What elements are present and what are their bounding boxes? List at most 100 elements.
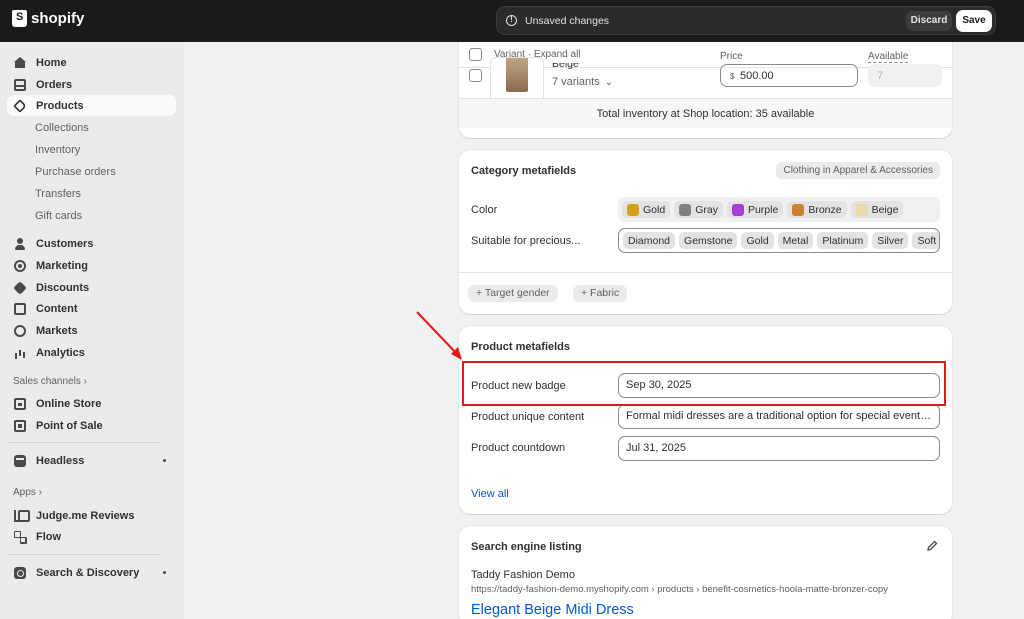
sales-channels-label: Sales channels xyxy=(13,376,81,387)
product-unique-content-field[interactable]: Formal midi dresses are a traditional op… xyxy=(618,404,940,429)
view-all-link[interactable]: View all xyxy=(471,488,509,500)
chevron-down-icon: ⌄ xyxy=(604,77,614,88)
sidebar-item-home[interactable]: Home xyxy=(7,52,176,73)
edit-pencil-icon[interactable] xyxy=(926,540,938,552)
color-swatch xyxy=(855,203,868,216)
annotation-arrow-icon xyxy=(416,311,462,360)
color-swatch xyxy=(627,203,639,216)
color-swatch xyxy=(731,203,744,216)
variant-name: Beige xyxy=(552,63,579,70)
available-column-header[interactable]: Available xyxy=(868,51,909,63)
price-input[interactable]: $ 500.00 xyxy=(720,64,858,87)
sidebar-divider xyxy=(7,554,161,555)
price-value: 500.00 xyxy=(740,70,774,82)
sidebar-item-label: Content xyxy=(36,302,78,315)
store-icon xyxy=(14,397,26,410)
alert-icon: ! xyxy=(506,15,517,26)
sidebar-subitem-collections[interactable]: Collections xyxy=(35,122,89,134)
available-input[interactable]: 7 xyxy=(868,64,942,87)
sidebar-item-orders[interactable]: Orders xyxy=(7,74,176,95)
color-swatch xyxy=(792,203,805,216)
color-chip: Purple xyxy=(726,201,784,218)
color-field[interactable]: Gold Gray Purple Bronze Beige xyxy=(618,197,940,222)
sidebar-item-label: Headless xyxy=(36,454,85,467)
currency-symbol: $ xyxy=(730,72,735,81)
sidebar-item-markets[interactable]: Markets xyxy=(7,320,176,341)
sidebar-item-judgeme[interactable]: Judge.me Reviews xyxy=(7,505,176,526)
sidebar-subitem-inventory[interactable]: Inventory xyxy=(35,144,80,156)
color-label: Color xyxy=(471,204,498,216)
save-button[interactable]: Save xyxy=(956,10,992,32)
search-discovery-icon xyxy=(14,566,26,579)
sidebar-item-analytics[interactable]: Analytics xyxy=(7,342,176,363)
sidebar-item-label: Judge.me Reviews xyxy=(36,509,135,522)
sidebar-item-label: Markets xyxy=(36,324,78,337)
color-chip: Gold xyxy=(622,201,671,218)
material-chip: Gemstone xyxy=(679,232,738,249)
shopify-logo[interactable]: shopify xyxy=(12,10,84,27)
chevron-right-icon: › xyxy=(83,376,87,387)
category-metafields-card: Category metafields Clothing in Apparel … xyxy=(459,150,952,314)
chip-label: Gold xyxy=(643,203,666,216)
sidebar-item-flow[interactable]: Flow xyxy=(7,526,176,547)
highlight-box xyxy=(462,361,946,406)
top-bar: shopify ! Unsaved changes Discard Save xyxy=(0,0,1024,42)
apps-heading[interactable]: Apps › xyxy=(13,487,42,498)
search-engine-listing-card: Search engine listing Taddy Fashion Demo… xyxy=(459,526,952,619)
add-fabric-button[interactable]: + Fabric xyxy=(573,285,628,302)
product-countdown-field[interactable]: Jul 31, 2025 xyxy=(618,436,940,461)
color-swatch xyxy=(679,203,692,216)
variants-card: Variant · Expand all Price Available Bei… xyxy=(459,42,952,138)
orders-icon xyxy=(14,78,26,91)
tag-icon xyxy=(13,98,27,113)
sidebar-item-headless[interactable]: Headless xyxy=(7,450,176,471)
globe-icon xyxy=(14,324,26,337)
sidebar-item-discounts[interactable]: Discounts xyxy=(7,277,176,298)
sidebar-item-label: Products xyxy=(36,99,84,112)
variant-row-checkbox[interactable] xyxy=(469,69,482,82)
select-all-checkbox[interactable] xyxy=(469,48,482,61)
sidebar-subitem-gift-cards[interactable]: Gift cards xyxy=(35,210,82,222)
color-chip: Beige xyxy=(850,201,904,218)
card-divider xyxy=(459,272,952,273)
sidebar-item-online-store[interactable]: Online Store xyxy=(7,393,176,414)
sidebar-item-label: Search & Discovery xyxy=(36,566,140,579)
user-icon xyxy=(14,237,26,250)
sidebar-subitem-transfers[interactable]: Transfers xyxy=(35,188,81,200)
seo-url: https://taddy-fashion-demo.myshopify.com… xyxy=(471,584,888,595)
sales-channels-heading[interactable]: Sales channels › xyxy=(13,376,87,387)
seo-title: Search engine listing xyxy=(471,541,582,553)
sidebar: Home Orders Products Collections Invento… xyxy=(0,42,184,619)
metafield-label-countdown: Product countdown xyxy=(471,442,566,454)
unsaved-changes-text: Unsaved changes xyxy=(525,15,610,27)
discard-button[interactable]: Discard xyxy=(906,11,952,31)
target-icon xyxy=(14,259,26,272)
material-chip: Platinum xyxy=(817,232,869,249)
color-chip: Bronze xyxy=(787,201,847,218)
category-pill: Clothing in Apparel & Accessories xyxy=(776,162,940,179)
material-chip: Diamond xyxy=(623,232,676,249)
variants-count: 7 variants xyxy=(552,76,600,88)
material-chip: Soft gem xyxy=(912,232,939,249)
sidebar-item-products[interactable]: Products xyxy=(7,95,176,116)
variants-count-toggle[interactable]: 7 variants ⌄ xyxy=(552,76,613,88)
chip-label: Purple xyxy=(747,203,779,216)
add-target-gender-button[interactable]: + Target gender xyxy=(468,285,558,302)
chip-label: Beige xyxy=(871,203,899,216)
color-chip: Gray xyxy=(674,201,723,218)
sidebar-item-marketing[interactable]: Marketing xyxy=(7,255,176,276)
sidebar-subitem-purchase-orders[interactable]: Purchase orders xyxy=(35,166,116,178)
sidebar-item-customers[interactable]: Customers xyxy=(7,233,176,254)
sidebar-item-search-discovery[interactable]: Search & Discovery xyxy=(7,562,176,583)
sidebar-item-point-of-sale[interactable]: Point of Sale xyxy=(7,415,176,436)
price-column-header: Price xyxy=(720,51,743,62)
sidebar-item-label: Customers xyxy=(36,237,94,250)
home-icon xyxy=(14,56,26,69)
total-inventory: Total inventory at Shop location: 35 ava… xyxy=(459,98,952,128)
chip-label: Bronze xyxy=(808,203,842,216)
precious-materials-field[interactable]: Diamond Gemstone Gold Metal Platinum Sil… xyxy=(618,228,940,253)
sidebar-item-content[interactable]: Content xyxy=(7,298,176,319)
sidebar-divider xyxy=(7,442,161,443)
sidebar-item-label: Discounts xyxy=(36,281,90,294)
pos-icon xyxy=(14,419,26,432)
